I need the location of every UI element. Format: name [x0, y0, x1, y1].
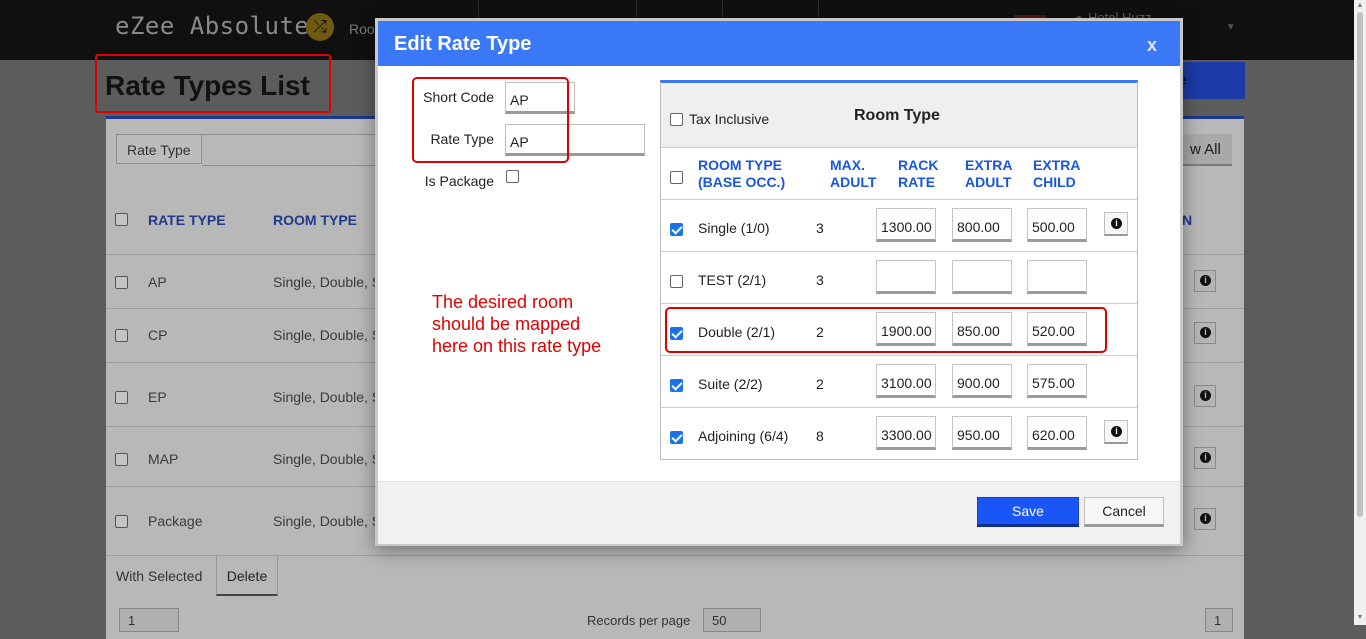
extra-child-input[interactable]	[1027, 364, 1087, 398]
scroll-up-icon[interactable]: ▲	[1355, 2, 1365, 9]
max-adult-value: 8	[816, 428, 824, 444]
extra-child-input[interactable]	[1027, 260, 1087, 294]
room-checkbox-single[interactable]	[670, 223, 683, 236]
room-type-heading: Room Type	[854, 107, 940, 124]
max-adult-value: 2	[816, 376, 824, 392]
room-name: Suite (2/2)	[698, 376, 763, 392]
room-type-table: Tax Inclusive Room Type ROOM TYPE (BASE O…	[660, 80, 1138, 460]
extra-adult-input[interactable]	[952, 416, 1012, 450]
with-selected-label: With Selected	[116, 568, 203, 584]
filter-label: Rate Type	[116, 134, 202, 164]
column-header-action: N	[1182, 212, 1193, 228]
cancel-button[interactable]: Cancel	[1084, 497, 1164, 527]
delete-button[interactable]: Delete	[216, 556, 278, 596]
info-icon[interactable]	[1104, 212, 1128, 236]
annotation-highlight-title	[95, 54, 331, 113]
column-header-rack-rate: RACK RATE	[898, 157, 939, 190]
row-checkbox[interactable]	[115, 515, 128, 528]
rate-type-cell: Package	[148, 513, 203, 529]
extra-adult-input[interactable]	[952, 208, 1012, 242]
room-type-cell: Single, Double, S	[273, 274, 382, 290]
select-all-checkbox[interactable]	[115, 213, 128, 226]
info-icon[interactable]	[1194, 447, 1216, 469]
rack-rate-input[interactable]	[876, 416, 936, 450]
is-package-label: Is Package	[424, 173, 494, 189]
room-type-cell: Single, Double, S	[273, 327, 382, 343]
room-checkbox-adjoining[interactable]	[670, 431, 683, 444]
row-divider	[661, 407, 1137, 408]
edit-rate-type-dialog: Edit Rate Type x Short Code Rate Type Is…	[375, 18, 1183, 546]
save-button[interactable]: Save	[977, 497, 1079, 527]
row-checkbox[interactable]	[115, 276, 128, 289]
column-header-rate-type[interactable]: RATE TYPE	[148, 212, 226, 228]
room-name: TEST (2/1)	[698, 272, 767, 288]
rate-type-cell: MAP	[148, 451, 179, 467]
annotation-note: The desired room should be mapped here o…	[432, 292, 602, 356]
rack-rate-input[interactable]	[876, 260, 936, 294]
nav-item-rooms[interactable]: Roo	[349, 21, 375, 37]
info-icon[interactable]	[1194, 322, 1216, 344]
is-package-checkbox[interactable]	[506, 170, 519, 183]
max-adult-value: 3	[816, 220, 824, 236]
extra-child-input[interactable]	[1027, 208, 1087, 242]
max-adult-value: 3	[816, 272, 824, 288]
scroll-down-icon[interactable]: ▼	[1355, 614, 1365, 621]
close-icon[interactable]: x	[1147, 35, 1157, 56]
rack-rate-input[interactable]	[876, 208, 936, 242]
rate-type-cell: EP	[148, 389, 167, 405]
rate-type-cell: CP	[148, 327, 168, 343]
records-per-page-label: Records per page	[587, 613, 691, 628]
dialog-title: Edit Rate Type	[394, 33, 532, 55]
column-header-room-type: ROOM TYPE (BASE OCC.)	[698, 157, 786, 190]
tax-inclusive-checkbox[interactable]	[670, 113, 683, 126]
info-icon[interactable]	[1194, 385, 1216, 407]
info-icon[interactable]	[1194, 508, 1216, 530]
column-header-max-adult: MAX. ADULT	[830, 157, 877, 190]
row-divider	[661, 303, 1137, 304]
scrollbar-thumb[interactable]	[1357, 12, 1363, 517]
room-name: Adjoining (6/4)	[698, 428, 789, 444]
room-checkbox-suite[interactable]	[670, 379, 683, 392]
column-header-room-type[interactable]: ROOM TYPE	[273, 212, 357, 228]
room-type-cell: Single, Double, S	[273, 451, 382, 467]
brand-logo[interactable]: eZee Absolute	[115, 12, 309, 40]
column-header-extra-child: EXTRA CHILD	[1033, 157, 1081, 190]
room-type-cell: Single, Double, S	[273, 513, 382, 529]
row-divider	[661, 355, 1137, 356]
row-checkbox[interactable]	[115, 453, 128, 466]
extra-adult-input[interactable]	[952, 364, 1012, 398]
records-per-page-select[interactable]: 50	[703, 608, 761, 632]
row-checkbox[interactable]	[115, 391, 128, 404]
room-name: Single (1/0)	[698, 220, 770, 236]
shuffle-icon[interactable]: ⤮	[306, 13, 334, 41]
annotation-highlight-double-row	[665, 307, 1107, 353]
row-divider	[661, 199, 1137, 200]
page-number-button[interactable]: 1	[1205, 608, 1233, 632]
rate-type-cell: AP	[148, 274, 167, 290]
column-header-extra-adult: EXTRA ADULT	[965, 157, 1013, 190]
info-icon[interactable]	[1194, 270, 1216, 292]
chevron-down-icon[interactable]: ▾	[1228, 20, 1234, 33]
extra-adult-input[interactable]	[952, 260, 1012, 294]
room-checkbox-test[interactable]	[670, 275, 683, 288]
rack-rate-input[interactable]	[876, 364, 936, 398]
row-divider	[661, 251, 1137, 252]
row-checkbox[interactable]	[115, 329, 128, 342]
page-select[interactable]: 1	[119, 608, 179, 632]
dialog-header: Edit Rate Type x	[378, 21, 1180, 66]
room-type-cell: Single, Double, S	[273, 389, 382, 405]
show-all-button[interactable]: w All	[1180, 134, 1232, 166]
annotation-highlight-fields	[412, 77, 569, 163]
info-icon[interactable]	[1104, 420, 1128, 444]
select-all-rooms-checkbox[interactable]	[670, 171, 683, 184]
extra-child-input[interactable]	[1027, 416, 1087, 450]
tax-inclusive-label: Tax Inclusive	[689, 111, 770, 127]
room-type-table-header: Tax Inclusive Room Type	[661, 83, 1137, 148]
